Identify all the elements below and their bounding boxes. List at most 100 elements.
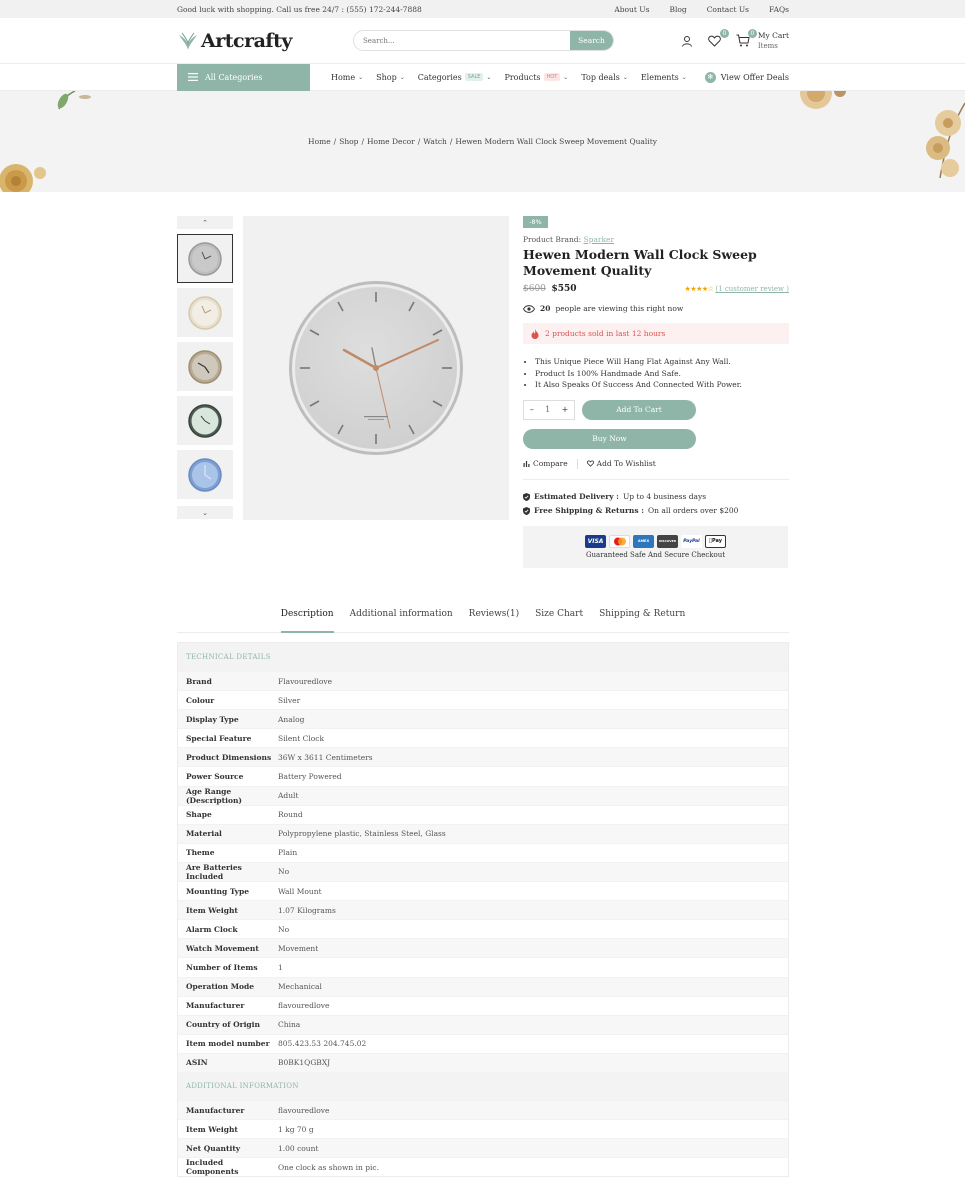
buy-now-button[interactable]: Buy Now: [523, 428, 696, 449]
cart-title: My Cart: [757, 30, 789, 40]
payment-methods: VISA AMEX DISCOVER PayPal Pay: [585, 534, 726, 548]
secure-checkout: VISA AMEX DISCOVER PayPal Pay Guarantee…: [523, 525, 788, 568]
search-input[interactable]: [354, 31, 570, 50]
row-value: China: [278, 1020, 301, 1030]
table-row: Power Source Battery Powered: [178, 766, 788, 785]
clock-thumbnail-image: [188, 349, 222, 384]
customer-review-link[interactable]: (1 customer review ): [715, 285, 789, 293]
heart-icon: [586, 460, 594, 467]
product-info: -8% Product Brand: Sparker Hewen Modern …: [523, 216, 789, 568]
thumbnail-up-button[interactable]: ⌃: [177, 216, 233, 229]
row-label: Shape: [186, 810, 212, 820]
page-banner: Home / Shop / Home Decor / Watch / Hewen…: [0, 91, 965, 192]
logo[interactable]: Artcrafty: [177, 30, 353, 52]
tab-description[interactable]: Description: [280, 606, 334, 633]
table-row: Special Feature Silent Clock: [178, 728, 788, 747]
compare-button[interactable]: Compare: [523, 459, 568, 468]
brand-link[interactable]: Sparker: [584, 235, 615, 244]
wall-clock-image: [289, 281, 463, 455]
breadcrumb-separator: /: [417, 137, 421, 146]
nav-item-home[interactable]: Home ⌄: [326, 73, 368, 82]
row-label: Number of Items: [186, 962, 258, 972]
about-us-link[interactable]: About Us: [614, 5, 649, 14]
row-value: flavouredlove: [278, 1105, 330, 1115]
nav-item-elements[interactable]: Elements ⌄: [636, 73, 692, 82]
tab-shipping-return[interactable]: Shipping & Return: [599, 606, 685, 633]
nav-item-top-deals[interactable]: Top deals ⌄: [576, 73, 633, 82]
row-label: Included Components: [186, 1158, 239, 1177]
table-row: Included Components One clock as shown in…: [178, 1157, 788, 1176]
nav-item-products[interactable]: Products HOT ⌄: [499, 73, 573, 82]
tab-reviews[interactable]: Reviews(1): [469, 606, 519, 633]
wishlist-label: Add To Wishlist: [596, 459, 656, 468]
product-section: ⌃ ⌄ -8% Product Brand: Sparker Hewen Mod…: [0, 192, 965, 633]
feature-item: This Unique Piece Will Hang Flat Against…: [535, 356, 789, 368]
cart-count-badge: 0: [747, 28, 757, 38]
tab-size-chart[interactable]: Size Chart: [535, 606, 583, 633]
search-button[interactable]: Search: [570, 31, 613, 50]
wishlist-icon[interactable]: 0: [708, 28, 729, 48]
thumbnail[interactable]: [177, 450, 233, 499]
add-to-cart-button[interactable]: Add To Cart: [582, 399, 696, 420]
logo-text: Artcrafty: [201, 29, 292, 52]
faqs-link[interactable]: FAQs: [769, 5, 789, 14]
add-to-wishlist-button[interactable]: Add To Wishlist: [586, 459, 656, 468]
breadcrumb-shop[interactable]: Shop: [339, 137, 358, 146]
row-label: Manufacturer: [186, 1105, 245, 1115]
breadcrumb-home-decor[interactable]: Home Decor: [367, 137, 415, 146]
rating: ★★★★☆ (1 customer review ): [685, 285, 789, 293]
view-offer-deals-link[interactable]: ✻ View Offer Deals: [704, 71, 789, 83]
estimated-delivery: Estimated Delivery : Up to 4 business da…: [523, 490, 789, 504]
shipping-value: On all orders over $200: [647, 505, 739, 515]
breadcrumb-home[interactable]: Home: [308, 137, 331, 146]
cart-icon[interactable]: 0: [736, 28, 757, 48]
delivery-value: Up to 4 business days: [622, 491, 707, 501]
row-label: Power Source: [186, 772, 244, 782]
product-brand: Product Brand: Sparker: [523, 235, 789, 244]
row-value: 1: [278, 962, 283, 972]
nav-item-shop[interactable]: Shop ⌄: [371, 73, 410, 82]
row-value: Analog: [278, 714, 305, 724]
row-value: Movement: [278, 943, 319, 953]
breadcrumb-separator: /: [361, 137, 365, 146]
mastercard-icon: [609, 534, 630, 548]
cart-items-label: Items: [757, 41, 778, 50]
top-bar-message: Good luck with shopping. Call us free 24…: [177, 4, 422, 14]
row-label: Net Quantity: [186, 1143, 241, 1153]
feature-list: This Unique Piece Will Hang Flat Against…: [523, 356, 789, 391]
row-label: Operation Mode: [186, 982, 255, 992]
blog-link[interactable]: Blog: [669, 5, 686, 14]
my-cart[interactable]: My Cart Items: [758, 30, 789, 52]
row-value: 1.00 count: [278, 1143, 319, 1153]
viewing-count: 20: [540, 304, 551, 313]
thumbnail[interactable]: [177, 342, 233, 391]
thumbnail[interactable]: [177, 288, 233, 337]
purchase-actions: – 1 + Add To Cart: [523, 399, 789, 420]
contact-us-link[interactable]: Contact Us: [707, 5, 749, 14]
paypal-icon: PayPal: [681, 534, 702, 548]
row-value: 1.07 Kilograms: [278, 905, 336, 915]
row-label: Item Weight: [186, 905, 238, 915]
product-title: Hewen Modern Wall Clock Sweep Movement Q…: [523, 247, 757, 278]
main-nav: All Categories Home ⌄ Shop ⌄ Categories SAL…: [0, 63, 965, 91]
dried-flower-decoration: [800, 91, 846, 109]
row-value: Adult: [278, 791, 299, 801]
user-icon[interactable]: [680, 34, 694, 48]
row-label: Product Dimensions: [186, 752, 272, 762]
main-product-image[interactable]: [243, 216, 509, 520]
clock-thumbnail-image: [188, 241, 222, 276]
row-value: No: [278, 867, 290, 877]
quantity-decrease-button[interactable]: –: [530, 405, 534, 414]
apple-pay-icon: Pay: [705, 534, 726, 548]
all-categories-button[interactable]: All Categories: [177, 63, 310, 91]
tab-additional-information[interactable]: Additional information: [350, 606, 453, 633]
thumbnail-down-button[interactable]: ⌄: [177, 506, 233, 519]
secondary-actions: Compare Add To Wishlist: [523, 458, 789, 480]
breadcrumb-separator: /: [333, 137, 337, 146]
thumbnail[interactable]: [177, 396, 233, 445]
nav-item-categories[interactable]: Categories SALE ⌄: [413, 73, 497, 82]
thumbnail[interactable]: [177, 234, 233, 283]
quantity-value[interactable]: 1: [545, 405, 550, 414]
breadcrumb-watch[interactable]: Watch: [423, 137, 447, 146]
quantity-increase-button[interactable]: +: [562, 405, 569, 414]
